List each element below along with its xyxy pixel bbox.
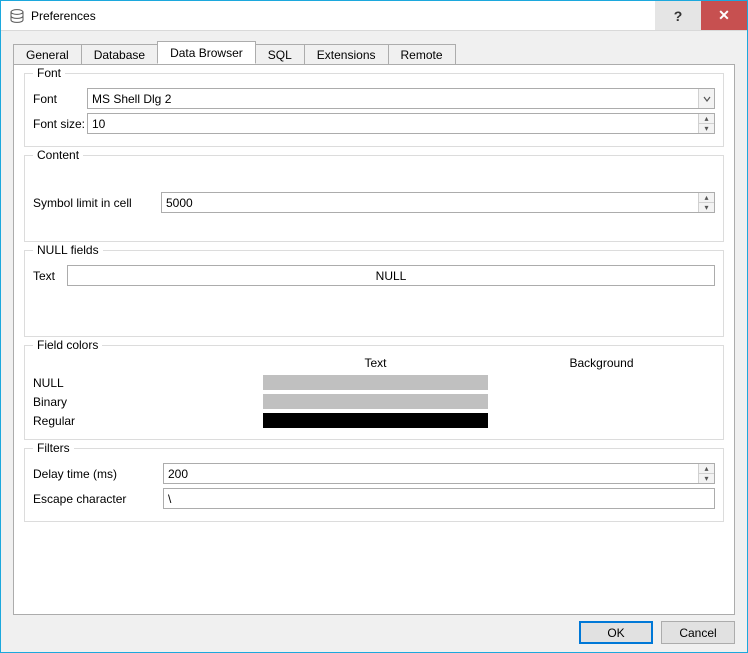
field-color-row-binary: Binary	[33, 393, 715, 410]
spinner-icon: ▴▾	[698, 464, 714, 483]
group-legend: Font	[33, 66, 65, 80]
field-color-row-null: NULL	[33, 374, 715, 391]
delay-time-value: 200	[164, 467, 698, 481]
client-area: General Database Data Browser SQL Extens…	[1, 31, 747, 652]
field-colors-header: Text Background	[33, 356, 715, 370]
help-icon: ?	[674, 8, 683, 24]
window-title: Preferences	[31, 9, 96, 23]
font-size-spinner[interactable]: 10 ▴▾	[87, 113, 715, 134]
group-filters: Filters Delay time (ms) 200 ▴▾ Escape ch…	[24, 448, 724, 522]
row-label: NULL	[33, 376, 263, 390]
tab-label: Extensions	[317, 48, 376, 62]
tab-data-browser[interactable]: Data Browser	[157, 41, 256, 64]
tab-label: Data Browser	[170, 46, 243, 60]
preferences-window: Preferences ? ✕ General Database Data Br…	[0, 0, 748, 653]
null-text-input[interactable]	[67, 265, 715, 286]
tab-label: Remote	[401, 48, 443, 62]
field-color-row-regular: Regular	[33, 412, 715, 429]
button-label: OK	[607, 626, 624, 640]
group-font: Font Font MS Shell Dlg 2 Font size: 10	[24, 73, 724, 147]
tab-label: SQL	[268, 48, 292, 62]
font-size-label: Font size:	[33, 117, 87, 131]
spinner-icon: ▴▾	[698, 193, 714, 212]
close-icon: ✕	[718, 7, 730, 24]
tabstrip: General Database Data Browser SQL Extens…	[13, 41, 735, 64]
tab-remote[interactable]: Remote	[388, 44, 456, 65]
font-size-value: 10	[88, 117, 698, 131]
escape-char-label: Escape character	[33, 492, 163, 506]
symbol-limit-spinner[interactable]: 5000 ▴▾	[161, 192, 715, 213]
row-label: Regular	[33, 414, 263, 428]
chevron-down-icon	[698, 89, 714, 108]
tab-database[interactable]: Database	[81, 44, 158, 65]
titlebar: Preferences ? ✕	[1, 1, 747, 31]
tab-label: Database	[94, 48, 145, 62]
delay-time-label: Delay time (ms)	[33, 467, 163, 481]
escape-char-input[interactable]	[163, 488, 715, 509]
null-text-label: Text	[33, 269, 67, 283]
button-label: Cancel	[679, 626, 716, 640]
tab-general[interactable]: General	[13, 44, 82, 65]
dialog-footer: OK Cancel	[13, 621, 735, 644]
font-label: Font	[33, 92, 87, 106]
font-combobox[interactable]: MS Shell Dlg 2	[87, 88, 715, 109]
header-text: Text	[263, 356, 488, 370]
cancel-button[interactable]: Cancel	[661, 621, 735, 644]
group-content: Content Symbol limit in cell 5000 ▴▾	[24, 155, 724, 242]
color-swatch-null-text[interactable]	[263, 375, 488, 390]
color-swatch-regular-text[interactable]	[263, 413, 488, 428]
close-button[interactable]: ✕	[701, 1, 747, 30]
group-field-colors: Field colors Text Background NULL Binary…	[24, 345, 724, 440]
tab-sql[interactable]: SQL	[255, 44, 305, 65]
delay-time-spinner[interactable]: 200 ▴▾	[163, 463, 715, 484]
help-button[interactable]: ?	[655, 1, 701, 30]
ok-button[interactable]: OK	[579, 621, 653, 644]
row-label: Binary	[33, 395, 263, 409]
tab-extensions[interactable]: Extensions	[304, 44, 389, 65]
group-legend: Content	[33, 148, 83, 162]
group-legend: Field colors	[33, 338, 102, 352]
header-background: Background	[488, 356, 715, 370]
group-null-fields: NULL fields Text	[24, 250, 724, 337]
color-swatch-binary-text[interactable]	[263, 394, 488, 409]
tabpage-data-browser: Font Font MS Shell Dlg 2 Font size: 10	[13, 64, 735, 615]
group-legend: Filters	[33, 441, 74, 455]
spinner-icon: ▴▾	[698, 114, 714, 133]
symbol-limit-label: Symbol limit in cell	[33, 196, 161, 210]
app-icon	[9, 8, 25, 24]
symbol-limit-value: 5000	[162, 196, 698, 210]
group-legend: NULL fields	[33, 243, 103, 257]
tab-label: General	[26, 48, 69, 62]
font-value: MS Shell Dlg 2	[88, 92, 698, 106]
